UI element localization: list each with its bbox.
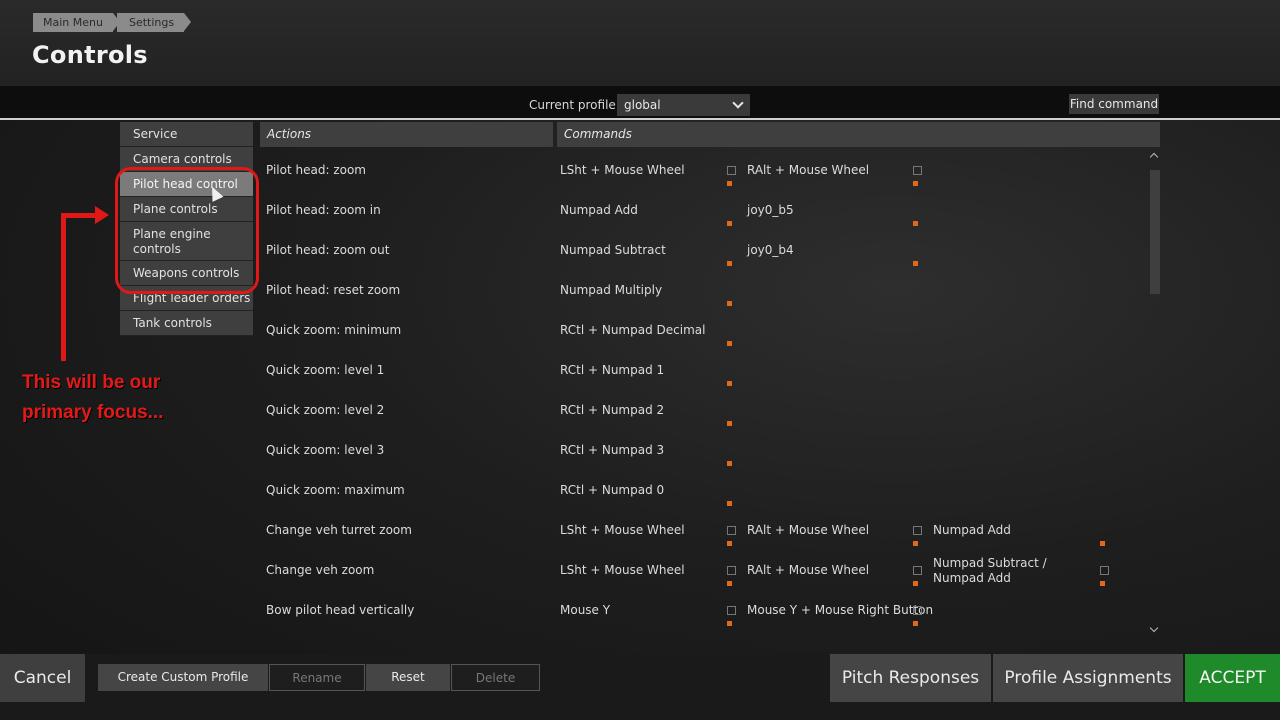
- annotation-highlight: [115, 167, 259, 294]
- action-label[interactable]: Pilot head: reset zoom: [266, 283, 400, 298]
- keyboard-marker-icon: [727, 421, 732, 426]
- profile-assignments-button[interactable]: Profile Assignments: [993, 654, 1183, 702]
- command-binding[interactable]: RCtl + Numpad Decimal: [560, 323, 705, 338]
- command-binding[interactable]: joy0_b4: [747, 243, 794, 258]
- keyboard-marker-icon: [913, 581, 918, 586]
- profile-value: global: [624, 98, 661, 112]
- command-binding[interactable]: Mouse Y: [560, 603, 610, 618]
- keyboard-marker-icon: [727, 261, 732, 266]
- gamepad-marker-icon: [913, 606, 922, 615]
- keyboard-marker-icon: [727, 501, 732, 506]
- action-label[interactable]: Pilot head: zoom in: [266, 203, 381, 218]
- command-binding[interactable]: Numpad Subtract: [560, 243, 666, 258]
- profile-dropdown[interactable]: global: [617, 94, 750, 116]
- action-label[interactable]: Bow pilot head vertically: [266, 603, 414, 618]
- profile-label: Current profile: [529, 98, 616, 112]
- annotation-text: This will be our primary focus...: [22, 372, 164, 423]
- gamepad-marker-icon: [913, 566, 922, 575]
- gamepad-marker-icon: [913, 166, 922, 175]
- command-binding[interactable]: LSht + Mouse Wheel: [560, 523, 685, 538]
- rename-button[interactable]: Rename: [269, 664, 365, 691]
- command-binding[interactable]: RCtl + Numpad 2: [560, 403, 664, 418]
- command-binding[interactable]: Numpad Subtract / Numpad Add: [933, 556, 1063, 586]
- commands-header: Commands: [557, 122, 1160, 147]
- command-binding[interactable]: RAlt + Mouse Wheel: [747, 523, 869, 538]
- command-binding[interactable]: RCtl + Numpad 0: [560, 483, 664, 498]
- keyboard-marker-icon: [727, 221, 732, 226]
- action-label[interactable]: Quick zoom: level 3: [266, 443, 384, 458]
- scrollbar-thumb[interactable]: [1150, 170, 1160, 294]
- page-title: Controls: [32, 41, 148, 69]
- keyboard-marker-icon: [913, 181, 918, 186]
- action-label[interactable]: Quick zoom: level 2: [266, 403, 384, 418]
- command-binding[interactable]: Numpad Multiply: [560, 283, 662, 298]
- command-binding[interactable]: Mouse Y + Mouse Right Button: [747, 603, 933, 618]
- command-binding[interactable]: RCtl + Numpad 1: [560, 363, 664, 378]
- keyboard-marker-icon: [913, 621, 918, 626]
- keyboard-marker-icon: [727, 581, 732, 586]
- pitch-responses-button[interactable]: Pitch Responses: [830, 654, 991, 702]
- action-label[interactable]: Quick zoom: minimum: [266, 323, 401, 338]
- keyboard-marker-icon: [727, 381, 732, 386]
- action-label[interactable]: Quick zoom: maximum: [266, 483, 405, 498]
- cancel-button[interactable]: Cancel: [0, 654, 85, 702]
- scroll-down-icon[interactable]: [1149, 623, 1159, 633]
- action-label[interactable]: Quick zoom: level 1: [266, 363, 384, 378]
- annotation-arrow-arm: [61, 213, 97, 218]
- breadcrumb: Main Menu Settings: [33, 13, 192, 32]
- accept-button[interactable]: ACCEPT: [1185, 654, 1280, 702]
- keyboard-marker-icon: [727, 621, 732, 626]
- keyboard-marker-icon: [727, 541, 732, 546]
- gamepad-marker-icon: [913, 526, 922, 535]
- keyboard-marker-icon: [727, 181, 732, 186]
- breadcrumb-main-menu[interactable]: Main Menu: [33, 13, 120, 32]
- delete-button[interactable]: Delete: [451, 664, 540, 691]
- gamepad-marker-icon: [1100, 566, 1109, 575]
- command-binding[interactable]: Numpad Add: [933, 523, 1011, 538]
- keyboard-marker-icon: [1100, 541, 1105, 546]
- keyboard-marker-icon: [727, 301, 732, 306]
- header: [0, 0, 1280, 86]
- keyboard-marker-icon: [913, 221, 918, 226]
- reset-button[interactable]: Reset: [366, 664, 450, 691]
- keyboard-marker-icon: [913, 541, 918, 546]
- command-binding[interactable]: LSht + Mouse Wheel: [560, 163, 685, 178]
- action-label[interactable]: Pilot head: zoom out: [266, 243, 389, 258]
- find-command-button[interactable]: Find command: [1069, 94, 1159, 114]
- gamepad-marker-icon: [727, 566, 736, 575]
- action-label[interactable]: Change veh turret zoom: [266, 523, 412, 538]
- create-custom-profile-button[interactable]: Create Custom Profile: [98, 664, 268, 691]
- command-binding[interactable]: joy0_b5: [747, 203, 794, 218]
- annotation-arrow-shaft: [61, 213, 66, 361]
- chevron-down-icon: [732, 97, 744, 109]
- keyboard-marker-icon: [913, 261, 918, 266]
- category-tank-controls[interactable]: Tank controls: [120, 311, 253, 336]
- annotation-arrow-head: [95, 206, 109, 224]
- keyboard-marker-icon: [1100, 581, 1105, 586]
- command-binding[interactable]: RAlt + Mouse Wheel: [747, 163, 869, 178]
- gamepad-marker-icon: [727, 606, 736, 615]
- gamepad-marker-icon: [727, 526, 736, 535]
- action-label[interactable]: Change veh zoom: [266, 563, 374, 578]
- command-binding[interactable]: RAlt + Mouse Wheel: [747, 563, 869, 578]
- category-service[interactable]: Service: [120, 122, 253, 147]
- command-binding[interactable]: RCtl + Numpad 3: [560, 443, 664, 458]
- command-binding[interactable]: Numpad Add: [560, 203, 638, 218]
- gamepad-marker-icon: [727, 166, 736, 175]
- action-label[interactable]: Pilot head: zoom: [266, 163, 366, 178]
- scroll-up-icon[interactable]: [1149, 152, 1159, 162]
- keyboard-marker-icon: [727, 461, 732, 466]
- command-binding[interactable]: LSht + Mouse Wheel: [560, 563, 685, 578]
- keyboard-marker-icon: [727, 341, 732, 346]
- actions-header: Actions: [260, 122, 553, 147]
- breadcrumb-settings[interactable]: Settings: [116, 13, 192, 32]
